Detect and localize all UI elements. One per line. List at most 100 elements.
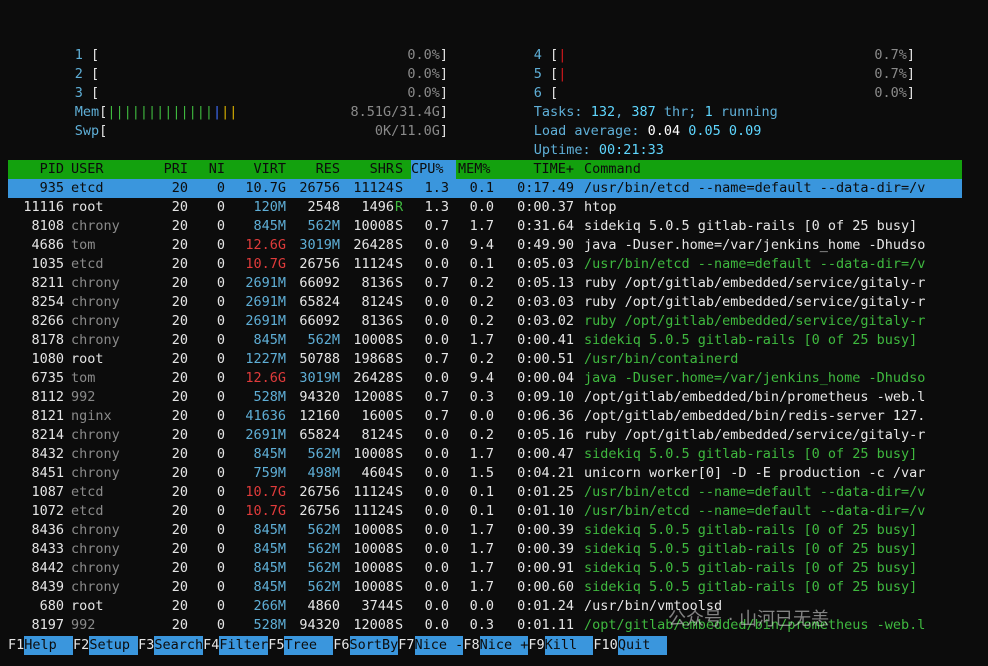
- process-row[interactable]: 1072 etcd 20 0 10.7G 26756 11124 S 0.0 0.1 0:01.10…: [8, 502, 962, 521]
- fkey-f9[interactable]: F9: [528, 637, 544, 653]
- fkey-f7[interactable]: F7: [398, 637, 414, 653]
- col-user[interactable]: USER: [71, 160, 151, 179]
- cell-ni: 0: [216, 579, 225, 595]
- process-row[interactable]: 8433 chrony 20 0 845M 562M 10008 S 0.0 1.7 0:00.39…: [8, 540, 962, 559]
- cell-ni: 0: [216, 199, 225, 215]
- process-row[interactable]: 8432 chrony 20 0 845M 562M 10008 S 0.0 1.7 0:00.47…: [8, 445, 962, 464]
- process-row[interactable]: 11116 root 20 0 120M 2548 1496 R 1.3 0.0 0:00.37 ht…: [8, 198, 962, 217]
- cell-ni: 0: [216, 541, 225, 557]
- cell-user: etcd: [71, 256, 104, 272]
- fkey-label[interactable]: Tree: [284, 636, 334, 655]
- cell-cpu: 1.3: [424, 180, 449, 196]
- cell-pid: 11116: [23, 199, 64, 215]
- process-row[interactable]: 8108 chrony 20 0 845M 562M 10008 S 0.7 1.7 0:31.64…: [8, 217, 962, 236]
- process-row[interactable]: 8178 chrony 20 0 845M 562M 10008 S 0.0 1.7 0:00.41…: [8, 331, 962, 350]
- cell-user: 992: [71, 617, 96, 633]
- fkey-label[interactable]: Nice -: [414, 636, 464, 655]
- col-res[interactable]: RES: [286, 160, 340, 179]
- cell-shr: 19868: [353, 351, 394, 367]
- fkey-label[interactable]: Setup: [89, 636, 139, 655]
- cell-virt: 2691M: [245, 313, 286, 329]
- cell-res: 66092: [299, 313, 340, 329]
- cell-time: 0:00.47: [517, 446, 574, 462]
- col-pri[interactable]: PRI: [148, 160, 188, 179]
- cell-pri: 20: [171, 351, 188, 367]
- col-ni[interactable]: NI: [198, 160, 225, 179]
- col-state[interactable]: S: [395, 160, 407, 179]
- cell-user: etcd: [71, 180, 104, 196]
- col-shr[interactable]: SHR: [340, 160, 394, 179]
- process-row[interactable]: 8211 chrony 20 0 2691M 66092 8136 S 0.7 0.2 0:05.1…: [8, 274, 962, 293]
- col-command[interactable]: Command: [584, 160, 962, 179]
- fkey-label[interactable]: Quit: [617, 636, 667, 655]
- cell-shr: 8136: [361, 313, 394, 329]
- fkey-label[interactable]: SortBy: [349, 636, 399, 655]
- process-row[interactable]: 8439 chrony 20 0 845M 562M 10008 S 0.0 1.7 0:00.60…: [8, 578, 962, 597]
- process-row[interactable]: 8436 chrony 20 0 845M 562M 10008 S 0.0 1.7 0:00.39…: [8, 521, 962, 540]
- cell-ni: 0: [216, 389, 225, 405]
- cell-ni: 0: [216, 256, 225, 272]
- process-row[interactable]: 8121 nginx 20 0 41636 12160 1600 S 0.7 0.0 0:06.36…: [8, 407, 962, 426]
- fkey-f10[interactable]: F10: [593, 637, 617, 653]
- cell-cmd: /opt/gitlab/embedded/bin/redis-server 12…: [584, 408, 926, 424]
- process-row[interactable]: 8451 chrony 20 0 759M 498M 4604 S 0.0 1.5 0:04.21 u…: [8, 464, 962, 483]
- cell-s: S: [395, 256, 404, 272]
- col-time[interactable]: TIME+: [497, 160, 574, 179]
- cell-time: 0:00.39: [517, 541, 574, 557]
- fkey-f2[interactable]: F2: [73, 637, 89, 653]
- cell-cmd: /opt/gitlab/embedded/bin/prometheus -web…: [584, 389, 926, 405]
- process-row[interactable]: 8254 chrony 20 0 2691M 65824 8124 S 0.0 0.2 0:03.0…: [8, 293, 962, 312]
- cell-ni: 0: [216, 408, 225, 424]
- process-row[interactable]: 935 etcd 20 0 10.7G 26756 11124 S 1.3 0.1 0:17.49 /…: [8, 179, 962, 198]
- cell-res: 65824: [299, 294, 340, 310]
- fkey-label[interactable]: Nice +: [479, 636, 529, 655]
- cell-ni: 0: [216, 427, 225, 443]
- cell-ni: 0: [216, 598, 225, 614]
- fkey-f5[interactable]: F5: [268, 637, 284, 653]
- col-cpu-sorted[interactable]: CPU%: [411, 160, 456, 179]
- cell-cpu: 0.7: [424, 218, 449, 234]
- cell-mem: 1.7: [469, 579, 494, 595]
- process-row[interactable]: 8266 chrony 20 0 2691M 66092 8136 S 0.0 0.2 0:03.0…: [8, 312, 962, 331]
- cell-cpu: 0.0: [424, 484, 449, 500]
- fkey-f1[interactable]: F1: [8, 637, 24, 653]
- fkey-f3[interactable]: F3: [138, 637, 154, 653]
- cell-virt: 759M: [253, 465, 286, 481]
- uptime-value: 00:21:33: [598, 142, 664, 158]
- col-pid[interactable]: PID: [8, 160, 64, 179]
- cell-ni: 0: [216, 503, 225, 519]
- fkey-label[interactable]: Filter: [219, 636, 269, 655]
- process-row[interactable]: 8112 992 20 0 528M 94320 12008 S 0.7 0.3 0:09.10/o…: [8, 388, 962, 407]
- process-row[interactable]: 1087 etcd 20 0 10.7G 26756 11124 S 0.0 0.1 0:01.25…: [8, 483, 962, 502]
- process-row[interactable]: 6735 tom 20 0 12.6G 3019M 26428 S 0.0 9.4 0:00.04 j…: [8, 369, 962, 388]
- fkey-label[interactable]: Search: [154, 636, 204, 655]
- cell-pid: 1080: [31, 351, 64, 367]
- cell-pid: 680: [39, 598, 64, 614]
- fkey-label[interactable]: Kill: [544, 636, 594, 655]
- cell-time: 0:01.11: [517, 617, 574, 633]
- cell-cmd: sidekiq 5.0.5 gitlab-rails [0 of 25 busy…: [584, 541, 918, 557]
- process-row[interactable]: 8214 chrony 20 0 2691M 65824 8124 S 0.0 0.2 0:05.1…: [8, 426, 962, 445]
- cell-res: 26756: [299, 503, 340, 519]
- col-mem[interactable]: MEM%: [458, 160, 496, 179]
- process-row[interactable]: 4686 tom 20 0 12.6G 3019M 26428 S 0.0 9.4 0:49.90 j…: [8, 236, 962, 255]
- cell-cmd: java -Duser.home=/var/jenkins_home -Dhud…: [584, 237, 926, 253]
- col-virt[interactable]: VIRT: [230, 160, 286, 179]
- cell-virt: 10.7G: [245, 180, 286, 196]
- cell-pri: 20: [171, 313, 188, 329]
- fkey-f8[interactable]: F8: [463, 637, 479, 653]
- fkey-f6[interactable]: F6: [333, 637, 349, 653]
- fkey-f4[interactable]: F4: [203, 637, 219, 653]
- process-row[interactable]: 8442 chrony 20 0 845M 562M 10008 S 0.0 1.7 0:00.91…: [8, 559, 962, 578]
- cell-shr: 1496: [361, 199, 394, 215]
- cell-res: 26756: [299, 256, 340, 272]
- cell-mem: 0.2: [469, 351, 494, 367]
- cell-s: S: [395, 218, 404, 234]
- fkey-label[interactable]: Help: [24, 636, 74, 655]
- cell-res: 26756: [299, 484, 340, 500]
- process-row[interactable]: 1080 root 20 0 1227M 50788 19868 S 0.7 0.2 0:00.51…: [8, 350, 962, 369]
- cell-res: 4860: [307, 598, 340, 614]
- cell-cmd: sidekiq 5.0.5 gitlab-rails [0 of 25 busy…: [584, 332, 918, 348]
- cell-pid: 8108: [31, 218, 64, 234]
- process-row[interactable]: 1035 etcd 20 0 10.7G 26756 11124 S 0.0 0.1 0:05.03…: [8, 255, 962, 274]
